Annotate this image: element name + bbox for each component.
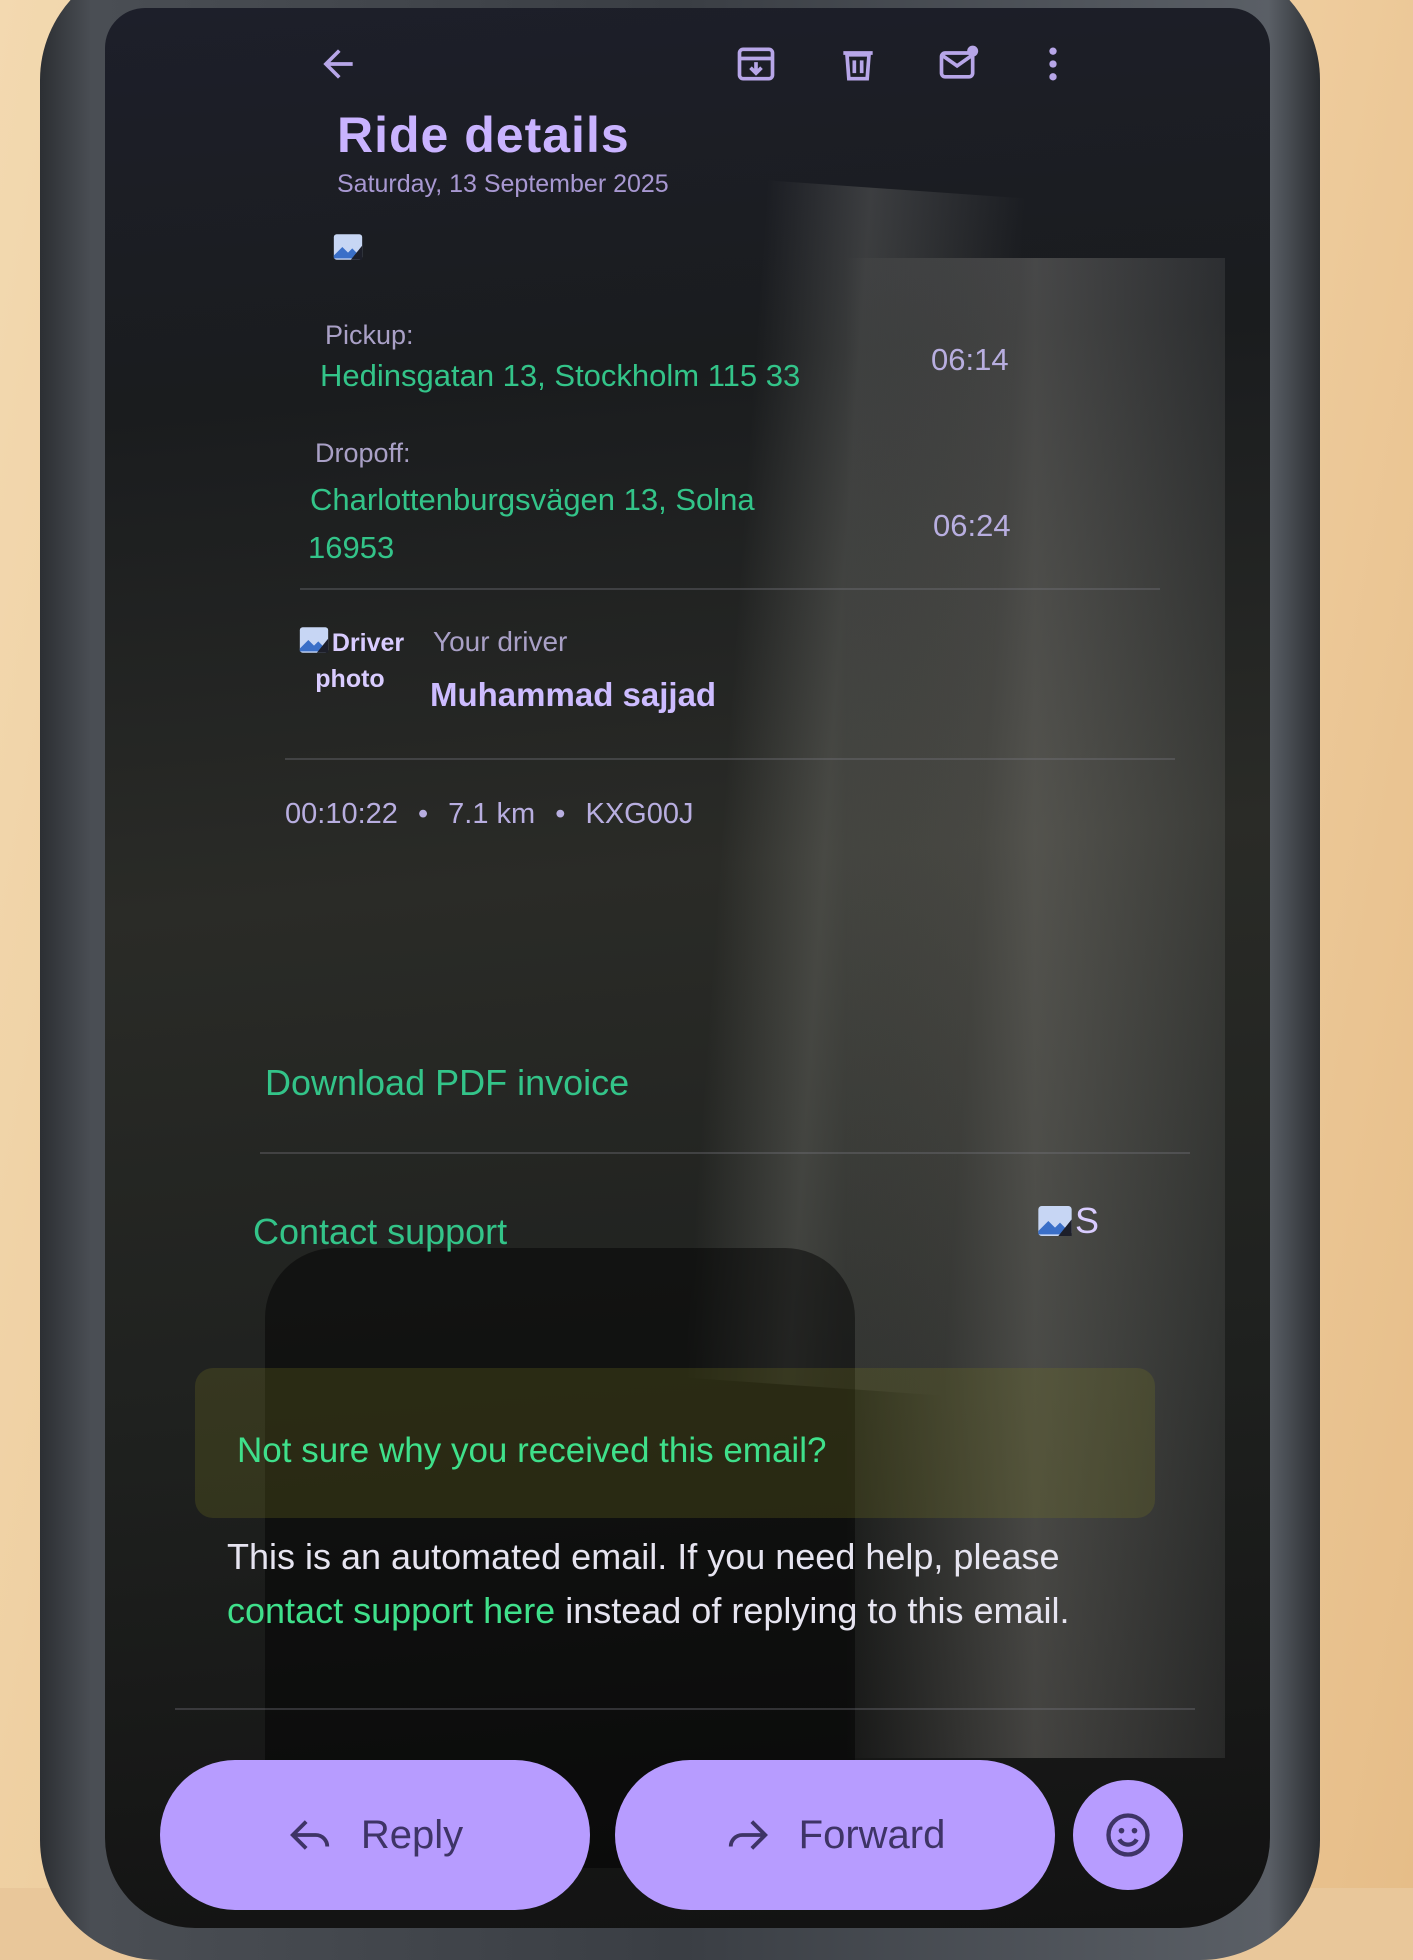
forward-icon — [728, 1820, 768, 1850]
driver-label: Your driver — [433, 626, 568, 657]
email-title: Ride details — [337, 107, 630, 163]
divider — [300, 588, 1160, 590]
email-content: Ride details Saturday, 13 September 2025… — [105, 8, 1270, 1928]
trip-duration: 00:10:22 — [285, 798, 398, 830]
back-arrow-icon[interactable] — [310, 36, 366, 92]
support-image: S — [1035, 1200, 1099, 1242]
license-plate: KXG00J — [585, 798, 694, 830]
contact-support-here-link[interactable]: contact support here — [227, 1590, 555, 1631]
faq-answer-text: This is an automated email. If you need … — [227, 1536, 1060, 1577]
forward-label: Forward — [798, 1812, 946, 1857]
dropoff-time: 06:24 — [933, 508, 1011, 543]
support-image-alt-text: S — [1075, 1200, 1100, 1241]
pickup-label: Pickup: — [325, 320, 414, 350]
email-date: Saturday, 13 September 2025 — [337, 170, 669, 198]
broken-image-icon — [333, 234, 363, 260]
broken-image-icon — [299, 627, 329, 653]
archive-icon[interactable] — [728, 36, 784, 92]
divider — [285, 758, 1175, 760]
divider — [175, 1708, 1195, 1710]
divider — [260, 1152, 1190, 1154]
dropoff-label: Dropoff: — [315, 438, 411, 468]
faq-answer-text: instead of replying to this email. — [565, 1590, 1070, 1631]
reply-label: Reply — [360, 1812, 464, 1857]
dropoff-address-line2: 16953 — [308, 530, 395, 565]
pickup-address: Hedinsgatan 13, Stockholm 115 33 — [320, 358, 801, 393]
more-vertical-icon[interactable] — [1025, 36, 1081, 92]
trip-stats: 00:10:22 • 7.1 km • KXG00J — [285, 798, 693, 831]
emoji-reaction-button[interactable] — [1073, 1780, 1183, 1890]
download-invoice-link[interactable]: Download PDF invoice — [265, 1062, 629, 1104]
faq-answer: This is an automated email. If you need … — [227, 1530, 1127, 1638]
broken-image-icon — [1038, 1206, 1072, 1236]
dropoff-address-line1: Charlottenburgsvägen 13, Solna — [310, 482, 755, 517]
emoji-smile-icon — [1106, 1813, 1150, 1857]
phone-screen: Ride details Saturday, 13 September 2025… — [105, 8, 1270, 1928]
contact-support-link[interactable]: Contact support — [253, 1211, 507, 1253]
stat-separator: • — [417, 798, 429, 830]
driver-name: Muhammad sajjad — [430, 676, 717, 713]
trip-distance: 7.1 km — [448, 798, 536, 830]
reply-icon — [289, 1820, 330, 1850]
stat-separator: • — [555, 798, 566, 830]
pickup-time: 06:14 — [931, 342, 1009, 377]
email-toolbar — [105, 8, 1270, 118]
driver-photo: Driver photo — [295, 623, 405, 713]
delete-icon[interactable] — [830, 36, 886, 92]
faq-question: Not sure why you received this email? — [237, 1431, 827, 1470]
mark-unread-icon[interactable] — [930, 36, 986, 92]
